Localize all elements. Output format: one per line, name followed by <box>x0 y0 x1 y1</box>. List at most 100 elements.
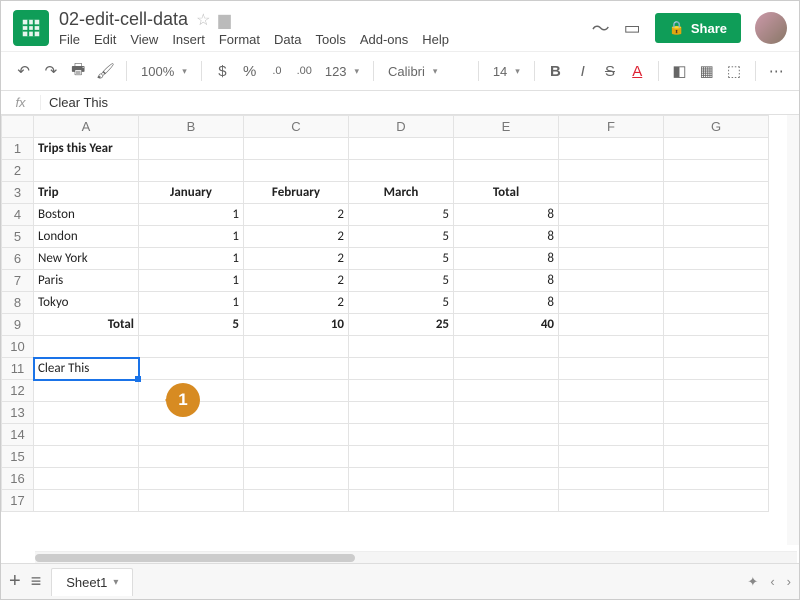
cell-D7[interactable]: 5 <box>349 270 454 292</box>
row-15[interactable]: 15 <box>2 446 34 468</box>
cell-A8[interactable]: Tokyo <box>34 292 139 314</box>
cell-A11-selected[interactable]: Clear This <box>34 358 139 380</box>
cell-E7[interactable]: 8 <box>454 270 559 292</box>
row-6[interactable]: 6 <box>2 248 34 270</box>
row-9[interactable]: 9 <box>2 314 34 336</box>
cell-C7[interactable]: 2 <box>244 270 349 292</box>
col-F[interactable]: F <box>559 116 664 138</box>
menu-addons[interactable]: Add-ons <box>360 32 408 47</box>
chevron-left-icon[interactable]: ‹ <box>770 574 774 590</box>
cell-A1[interactable]: Trips this Year <box>34 138 139 160</box>
cell-B6[interactable]: 1 <box>139 248 244 270</box>
row-7[interactable]: 7 <box>2 270 34 292</box>
col-G[interactable]: G <box>664 116 769 138</box>
font-size-select[interactable]: 14 <box>487 58 526 84</box>
row-5[interactable]: 5 <box>2 226 34 248</box>
menu-file[interactable]: File <box>59 32 80 47</box>
comments-icon[interactable]: ▭ <box>624 18 641 39</box>
scroll-thumb[interactable] <box>35 554 355 562</box>
share-button[interactable]: 🔒 Share <box>655 13 741 43</box>
star-icon[interactable]: ☆ <box>196 10 210 30</box>
sheets-logo[interactable] <box>13 10 49 46</box>
cell-D8[interactable]: 5 <box>349 292 454 314</box>
cell-B4[interactable]: 1 <box>139 204 244 226</box>
cell-E6[interactable]: 8 <box>454 248 559 270</box>
italic-icon[interactable]: I <box>570 58 595 84</box>
print-icon[interactable]: 🖶 <box>66 58 91 84</box>
cell-C4[interactable]: 2 <box>244 204 349 226</box>
cell-A4[interactable]: Boston <box>34 204 139 226</box>
row-14[interactable]: 14 <box>2 424 34 446</box>
text-color-icon[interactable]: A <box>625 58 650 84</box>
avatar[interactable] <box>755 12 787 44</box>
cell-A6[interactable]: New York <box>34 248 139 270</box>
col-D[interactable]: D <box>349 116 454 138</box>
row-8[interactable]: 8 <box>2 292 34 314</box>
borders-icon[interactable]: ▦ <box>694 58 719 84</box>
chevron-right-icon[interactable]: › <box>787 574 791 590</box>
cell-B8[interactable]: 1 <box>139 292 244 314</box>
fill-color-icon[interactable]: ◧ <box>667 58 692 84</box>
row-2[interactable]: 2 <box>2 160 34 182</box>
menu-data[interactable]: Data <box>274 32 301 47</box>
bold-icon[interactable]: B <box>543 58 568 84</box>
col-A[interactable]: A <box>34 116 139 138</box>
row-13[interactable]: 13 <box>2 402 34 424</box>
merge-icon[interactable]: ⬚ <box>721 58 746 84</box>
cell-E9[interactable]: 40 <box>454 314 559 336</box>
decrease-decimal-icon[interactable]: .0 <box>264 58 289 84</box>
select-all-corner[interactable] <box>2 116 34 138</box>
cell-C8[interactable]: 2 <box>244 292 349 314</box>
horizontal-scrollbar[interactable] <box>35 551 797 563</box>
cell-E3[interactable]: Total <box>454 182 559 204</box>
cell-C9[interactable]: 10 <box>244 314 349 336</box>
col-B[interactable]: B <box>139 116 244 138</box>
menu-help[interactable]: Help <box>422 32 449 47</box>
doc-title[interactable]: 02-edit-cell-data <box>59 9 188 30</box>
row-17[interactable]: 17 <box>2 490 34 512</box>
activity-icon[interactable]: 〜 <box>592 15 610 41</box>
menu-format[interactable]: Format <box>219 32 260 47</box>
row-11[interactable]: 11 <box>2 358 34 380</box>
add-sheet-icon[interactable]: + <box>9 570 21 593</box>
vertical-scrollbar[interactable] <box>787 115 799 545</box>
redo-icon[interactable]: ↷ <box>38 58 63 84</box>
col-E[interactable]: E <box>454 116 559 138</box>
row-1[interactable]: 1 <box>2 138 34 160</box>
font-select[interactable]: Calibri <box>382 58 470 84</box>
sheet-tab-1[interactable]: Sheet1 ▾ <box>51 568 133 596</box>
cell-B5[interactable]: 1 <box>139 226 244 248</box>
row-4[interactable]: 4 <box>2 204 34 226</box>
all-sheets-icon[interactable]: ≡ <box>31 571 42 592</box>
cell-C6[interactable]: 2 <box>244 248 349 270</box>
strike-icon[interactable]: S <box>597 58 622 84</box>
more-icon[interactable]: ⋯ <box>764 58 789 84</box>
cell-E8[interactable]: 8 <box>454 292 559 314</box>
paint-format-icon[interactable]: 🖌 <box>93 58 118 84</box>
cell-A5[interactable]: London <box>34 226 139 248</box>
currency-icon[interactable]: $ <box>210 58 235 84</box>
explore-icon[interactable]: ✦ <box>747 574 758 590</box>
cell-C3[interactable]: February <box>244 182 349 204</box>
spreadsheet-grid[interactable]: A B C D E F G 1Trips this Year 2 3TripJa… <box>1 115 799 545</box>
cell-A7[interactable]: Paris <box>34 270 139 292</box>
increase-decimal-icon[interactable]: .00 <box>292 58 317 84</box>
sheet-tab-menu-icon[interactable]: ▾ <box>113 577 118 588</box>
cell-B9[interactable]: 5 <box>139 314 244 336</box>
row-10[interactable]: 10 <box>2 336 34 358</box>
cell-B3[interactable]: January <box>139 182 244 204</box>
menu-view[interactable]: View <box>130 32 158 47</box>
menu-insert[interactable]: Insert <box>172 32 205 47</box>
cell-E5[interactable]: 8 <box>454 226 559 248</box>
cell-D5[interactable]: 5 <box>349 226 454 248</box>
menu-edit[interactable]: Edit <box>94 32 116 47</box>
more-formats[interactable]: 123 <box>319 58 365 84</box>
row-12[interactable]: 12 <box>2 380 34 402</box>
formula-input[interactable]: Clear This <box>41 95 799 110</box>
zoom-select[interactable]: 100% <box>135 58 193 84</box>
cell-E4[interactable]: 8 <box>454 204 559 226</box>
cell-D3[interactable]: March <box>349 182 454 204</box>
cell-C5[interactable]: 2 <box>244 226 349 248</box>
cell-D4[interactable]: 5 <box>349 204 454 226</box>
undo-icon[interactable]: ↶ <box>11 58 36 84</box>
